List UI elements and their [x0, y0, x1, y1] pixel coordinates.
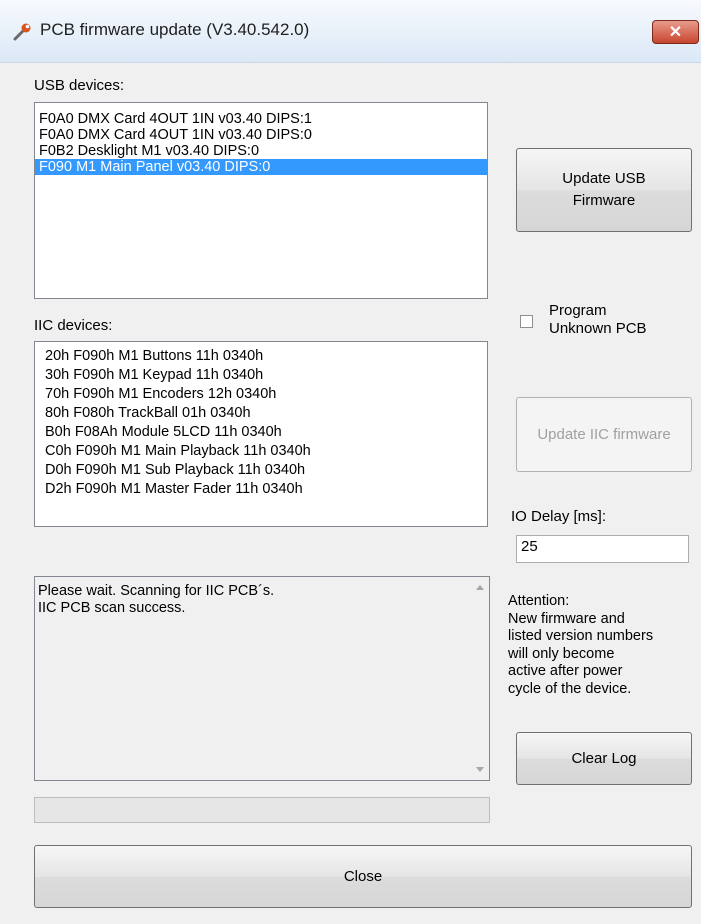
update-iic-button-label: Update IIC firmware [537, 426, 671, 443]
update-iic-firmware-button[interactable]: Update IIC firmware [516, 397, 692, 472]
log-scrollbar[interactable] [472, 577, 489, 780]
attention-note: Attention: New firmware and listed versi… [508, 593, 698, 698]
io-delay-input[interactable]: 25 [516, 535, 689, 563]
wrench-icon [13, 23, 31, 41]
close-button[interactable]: Close [34, 845, 692, 908]
attention-line: active after power [508, 663, 623, 679]
iic-devices-list[interactable]: 20h F090h M1 Buttons 11h 0340h 30h F090h… [34, 341, 488, 527]
scroll-down-icon[interactable] [476, 767, 484, 772]
log-line: IIC PCB scan success. [38, 600, 186, 616]
list-item[interactable]: 70h F090h M1 Encoders 12h 0340h [41, 385, 487, 404]
log-textarea[interactable]: Please wait. Scanning for IIC PCB´s. IIC… [34, 576, 490, 781]
update-usb-button-line2: Firmware [572, 192, 636, 209]
list-item[interactable]: C0h F090h M1 Main Playback 11h 0340h [41, 442, 487, 461]
program-unknown-pcb-label: Program Unknown PCB [549, 302, 647, 338]
log-line: Please wait. Scanning for IIC PCB´s. [38, 583, 275, 599]
list-item[interactable]: 80h F080h TrackBall 01h 0340h [41, 404, 487, 423]
program-unknown-pcb-checkbox[interactable] [520, 315, 533, 328]
window-close-button[interactable]: ✕ [652, 20, 699, 44]
title-bar: PCB firmware update (V3.40.542.0) ✕ [0, 0, 701, 63]
iic-devices-label: IIC devices: [34, 317, 113, 334]
list-item[interactable]: B0h F08Ah Module 5LCD 11h 0340h [41, 423, 487, 442]
close-button-label: Close [343, 868, 383, 885]
update-usb-firmware-button[interactable]: Update USB Firmware [516, 148, 692, 232]
update-usb-button-line1: Update USB [562, 170, 646, 187]
clear-log-label: Clear Log [571, 750, 637, 767]
attention-line: cycle of the device. [508, 680, 632, 697]
list-item[interactable]: D2h F090h M1 Master Fader 11h 0340h [41, 480, 487, 499]
window-title: PCB firmware update (V3.40.542.0) [40, 20, 310, 39]
io-delay-label: IO Delay [ms]: [511, 508, 607, 525]
usb-devices-list[interactable]: F0A0 DMX Card 4OUT 1IN v03.40 DIPS:1 F0A… [34, 102, 488, 299]
scroll-up-icon[interactable] [476, 585, 484, 590]
program-unknown-line2: Unknown PCB [549, 320, 647, 337]
clear-log-button[interactable]: Clear Log [516, 732, 692, 785]
progress-bar [34, 797, 490, 823]
attention-line: will only become [508, 645, 615, 662]
list-item[interactable]: F0A0 DMX Card 4OUT 1IN v03.40 DIPS:1 [35, 111, 487, 127]
list-item[interactable]: F0B2 Desklight M1 v03.40 DIPS:0 [35, 143, 487, 159]
list-item[interactable]: D0h F090h M1 Sub Playback 11h 0340h [41, 461, 487, 480]
list-item[interactable]: F0A0 DMX Card 4OUT 1IN v03.40 DIPS:0 [35, 127, 487, 143]
firmware-update-window: PCB firmware update (V3.40.542.0) ✕ USB … [0, 0, 701, 924]
usb-devices-label: USB devices: [34, 77, 125, 94]
attention-line: New firmware and [508, 610, 625, 627]
list-item[interactable]: 20h F090h M1 Buttons 11h 0340h [41, 347, 487, 366]
attention-heading: Attention: [508, 593, 570, 609]
attention-line: listed version numbers [508, 628, 654, 644]
list-item[interactable]: 30h F090h M1 Keypad 11h 0340h [41, 366, 487, 385]
program-unknown-line1: Program [549, 302, 607, 319]
list-item-selected[interactable]: F090 M1 Main Panel v03.40 DIPS:0 [35, 159, 487, 175]
